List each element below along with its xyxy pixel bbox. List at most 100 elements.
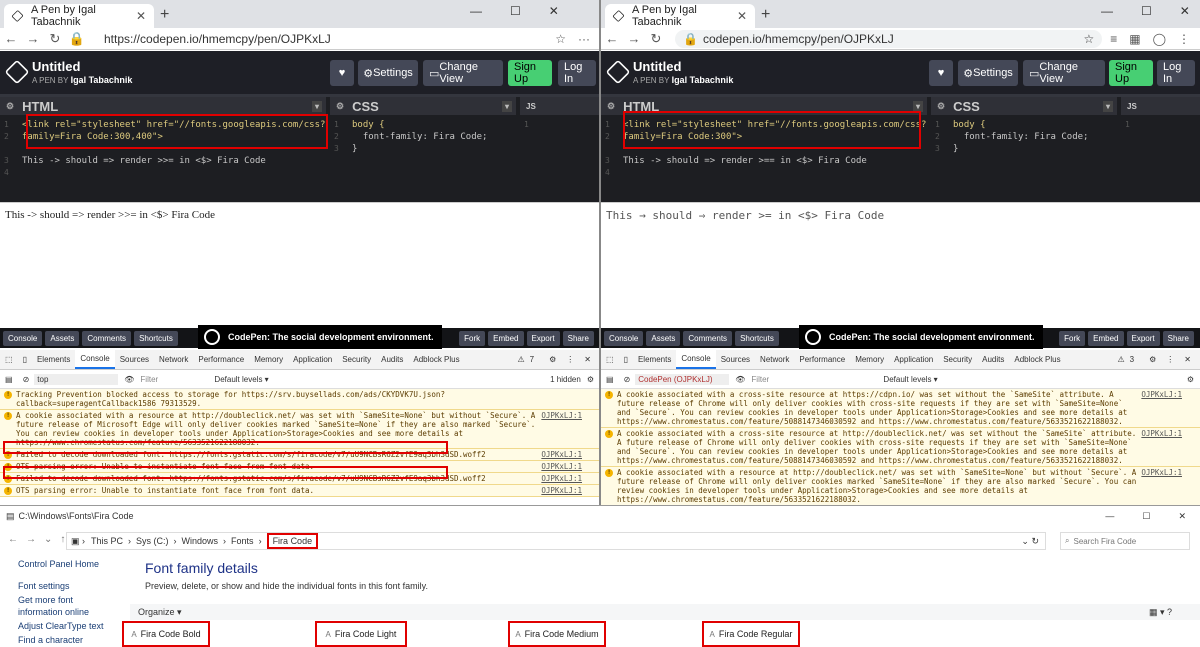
- shortcuts-button[interactable]: Shortcuts: [134, 330, 178, 346]
- codepen-logo-icon[interactable]: [4, 59, 30, 85]
- change-view-button[interactable]: ▭ Change View: [1023, 60, 1105, 86]
- back-icon[interactable]: ←: [8, 534, 18, 545]
- chevron-down-icon[interactable]: ▾: [501, 100, 512, 112]
- gear-icon[interactable]: ⚙: [1187, 375, 1194, 384]
- crumb-windows[interactable]: Windows: [182, 536, 219, 546]
- close-window-icon[interactable]: ✕: [1178, 511, 1186, 522]
- tab-adblock[interactable]: Adblock Plus: [408, 355, 464, 364]
- css-code[interactable]: 1 body { 2 font-family: Fira Code; 3}: [330, 119, 516, 155]
- context-select[interactable]: CodePen (OJPKxLJ): [635, 374, 730, 385]
- tab-security[interactable]: Security: [938, 355, 977, 364]
- console-message[interactable]: ! OTS parsing error: Unable to instantiat…: [0, 485, 600, 497]
- filter-input[interactable]: Filter: [140, 375, 214, 384]
- gear-icon[interactable]: ⚙: [937, 101, 945, 112]
- tab-performance[interactable]: Performance: [193, 355, 249, 364]
- settings-icon[interactable]: ⚙: [1144, 355, 1161, 364]
- fork-button[interactable]: Fork: [459, 330, 486, 346]
- url-field[interactable]: 🔒 codepen.io/hmemcpy/pen/OJPKxLJ ☆: [675, 29, 1103, 48]
- embed-button[interactable]: Embed: [1088, 330, 1124, 346]
- recent-icon[interactable]: ⌄: [44, 534, 52, 545]
- sidebar-item-cleartype[interactable]: Adjust ClearType text: [18, 620, 118, 632]
- new-tab-icon[interactable]: +: [761, 6, 770, 24]
- css-editor[interactable]: ⚙ CSS ▾ 1 body { 2 font-family: Fira Code; …: [330, 97, 516, 202]
- export-button[interactable]: Export: [526, 330, 560, 346]
- pen-title[interactable]: Untitled: [32, 59, 80, 74]
- levels-select[interactable]: Default levels ▾: [214, 375, 268, 384]
- assets-button[interactable]: Assets: [646, 330, 681, 346]
- context-select[interactable]: top: [34, 374, 119, 385]
- js-editor[interactable]: JS 1: [520, 97, 600, 202]
- view-options-icon[interactable]: ▦ ▾ ?: [1149, 607, 1172, 618]
- console-message[interactable]: ! Tracking Prevention blocked access to s…: [0, 389, 600, 410]
- js-editor[interactable]: JS 1: [1121, 97, 1200, 202]
- puzzle-icon[interactable]: ▦: [1129, 32, 1140, 46]
- login-button[interactable]: Log In: [558, 60, 596, 86]
- tab-elements[interactable]: Elements: [32, 355, 75, 364]
- tab-audits[interactable]: Audits: [977, 355, 1009, 364]
- minimize-icon[interactable]: —: [1101, 4, 1113, 18]
- gear-icon[interactable]: ⚙: [587, 375, 594, 384]
- clear-icon[interactable]: ⊘: [18, 375, 35, 384]
- refresh-icon[interactable]: ↻: [645, 31, 667, 47]
- extension-icon[interactable]: ≡: [1110, 32, 1117, 46]
- message-source-link[interactable]: OJPKxLJ:1: [541, 462, 582, 471]
- settings-button[interactable]: ⚙ Settings: [958, 60, 1018, 86]
- close-window-icon[interactable]: ✕: [549, 4, 559, 18]
- tab-elements[interactable]: Elements: [633, 355, 676, 364]
- console-button[interactable]: Console: [604, 330, 644, 346]
- comments-button[interactable]: Comments: [683, 330, 733, 346]
- tab-security[interactable]: Security: [337, 355, 376, 364]
- chevron-down-icon[interactable]: ▾: [1102, 100, 1113, 112]
- settings-icon[interactable]: ⚙: [544, 355, 561, 364]
- console-message[interactable]: ! A cookie associated with a resource at …: [601, 467, 1200, 505]
- url-field[interactable]: https://codepen.io/hmemcpy/pen/OJPKxLJ: [96, 30, 547, 48]
- tab-memory[interactable]: Memory: [850, 355, 889, 364]
- font-item[interactable]: A Fira Code Bold: [122, 621, 210, 647]
- fork-button[interactable]: Fork: [1059, 330, 1086, 346]
- search-input[interactable]: ⌕ Search Fira Code: [1060, 532, 1190, 550]
- heart-button[interactable]: ♥: [330, 60, 354, 86]
- change-view-button[interactable]: ▭ Change View: [423, 60, 503, 86]
- gear-icon[interactable]: ⚙: [336, 101, 344, 112]
- message-source-link[interactable]: OJPKxLJ:1: [1141, 390, 1182, 399]
- login-button[interactable]: Log In: [1157, 60, 1195, 86]
- settings-button[interactable]: ⚙ Settings: [358, 60, 418, 86]
- star-icon[interactable]: ☆: [1083, 32, 1094, 46]
- console-message[interactable]: ! A cookie associated with a cross-site r…: [601, 428, 1200, 467]
- favorite-star-icon[interactable]: ☆: [555, 32, 566, 46]
- inspect-icon[interactable]: ⬚: [601, 355, 619, 364]
- chevron-down-icon[interactable]: ▾: [311, 100, 322, 112]
- sidebar-item-more-fonts[interactable]: Get more font information online: [18, 594, 118, 618]
- back-icon[interactable]: ←: [601, 31, 623, 46]
- browser-tab[interactable]: A Pen by Igal Tabachnik ✕: [605, 4, 755, 28]
- filter-input[interactable]: Filter: [751, 375, 883, 384]
- share-button[interactable]: Share: [562, 330, 594, 346]
- organize-button[interactable]: Organize ▾: [138, 607, 182, 618]
- close-tab-icon[interactable]: ✕: [737, 9, 747, 23]
- inspect-icon[interactable]: ⬚: [0, 355, 18, 364]
- maximize-icon[interactable]: ☐: [1141, 4, 1152, 18]
- tab-network[interactable]: Network: [154, 355, 193, 364]
- up-icon[interactable]: ↑: [60, 534, 65, 545]
- tab-adblock[interactable]: Adblock Plus: [1009, 355, 1065, 364]
- forward-icon[interactable]: →: [26, 534, 36, 545]
- close-icon[interactable]: ✕: [1179, 355, 1196, 364]
- refresh-icon[interactable]: ⌄ ↻: [1021, 536, 1039, 547]
- signup-button[interactable]: Sign Up: [508, 60, 552, 86]
- message-source-link[interactable]: OJPKxLJ:1: [1141, 468, 1182, 477]
- promo-banner[interactable]: CodePen: The social development environm…: [799, 325, 1043, 349]
- tab-sources[interactable]: Sources: [716, 355, 755, 364]
- forward-icon[interactable]: →: [623, 31, 645, 46]
- console-message[interactable]: ! A cookie associated with a cross-site r…: [601, 389, 1200, 428]
- sidebar-item-control-panel[interactable]: Control Panel Home: [18, 558, 118, 570]
- crumb-fira-code[interactable]: Fira Code: [266, 533, 319, 549]
- export-button[interactable]: Export: [1126, 330, 1160, 346]
- signup-button[interactable]: Sign Up: [1109, 60, 1153, 86]
- forward-icon[interactable]: →: [22, 31, 44, 46]
- chevron-down-icon[interactable]: ▾: [912, 100, 923, 112]
- levels-select[interactable]: Default levels ▾: [883, 375, 937, 384]
- message-source-link[interactable]: OJPKxLJ:1: [1141, 429, 1182, 438]
- device-icon[interactable]: ▯: [619, 355, 633, 364]
- css-editor[interactable]: ⚙ CSS ▾ 1 body { 2 font-family: Fira Code; …: [931, 97, 1117, 202]
- tab-application[interactable]: Application: [288, 355, 337, 364]
